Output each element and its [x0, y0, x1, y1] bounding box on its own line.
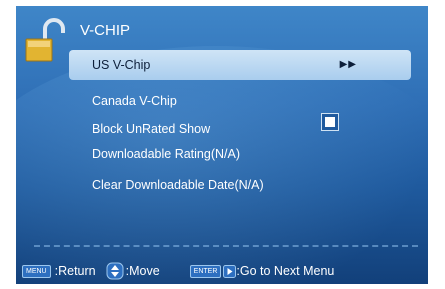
menu-key-icon: MENU [22, 264, 51, 278]
next-menu-hint: :Go to Next Menu [236, 264, 335, 278]
play-icon [223, 264, 237, 278]
navigation-pad-icon [106, 262, 124, 280]
menu-item-us-vchip[interactable]: US V-Chip ▶▶ [69, 50, 411, 80]
vchip-menu-panel: V-CHIP US V-Chip ▶▶ Canada V-Chip Block … [16, 6, 428, 284]
menu-item-label: Downloadable Rating(N/A) [92, 147, 240, 161]
enter-key-icon: ENTER [189, 264, 222, 278]
checkbox-fill [325, 117, 335, 127]
menu-item-label: Block UnRated Show [92, 122, 211, 136]
menu-item-downloadable-rating[interactable]: Downloadable Rating(N/A) [69, 139, 411, 169]
menu-title: V-CHIP [80, 22, 131, 39]
menu-item-clear-downloadable-date[interactable]: Clear Downloadable Date(N/A) [69, 170, 411, 200]
padlock-icon [25, 18, 65, 62]
return-hint: :Return [54, 264, 96, 278]
move-hint: :Move [125, 264, 160, 278]
submenu-arrow-icon: ▶▶ [339, 59, 357, 70]
block-unrated-checkbox[interactable] [321, 113, 339, 131]
menu-item-label: Clear Downloadable Date(N/A) [92, 178, 264, 192]
menu-item-label: US V-Chip [92, 58, 151, 72]
footer-hints: MENU :Return :Move ENTER :Go to Next Men… [22, 262, 335, 280]
menu-item-label: Canada V-Chip [92, 94, 177, 108]
footer-divider [34, 245, 418, 247]
menu-item-canada-vchip[interactable]: Canada V-Chip [69, 86, 411, 116]
